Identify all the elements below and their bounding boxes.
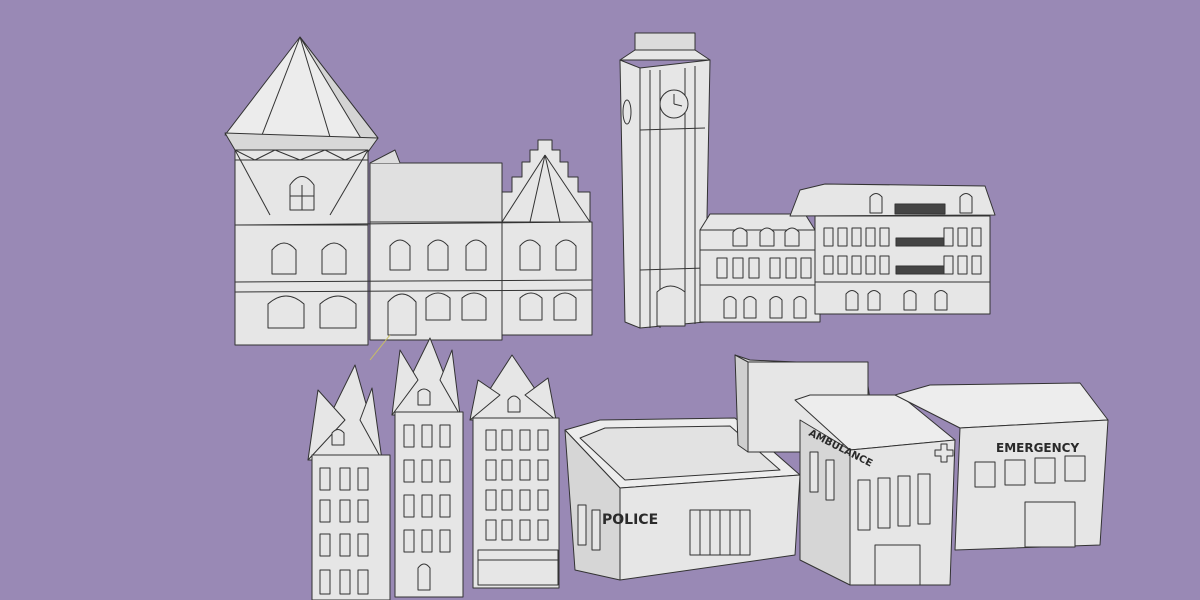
3d-viewport[interactable]: POLICE AMBULANCE EMERGENCY bbox=[0, 0, 1200, 600]
model-scene: POLICE AMBULANCE EMERGENCY bbox=[224, 32, 1109, 600]
gabled-house-2[interactable] bbox=[391, 337, 464, 598]
townhouse-row-model[interactable] bbox=[699, 183, 996, 323]
police-sign: POLICE bbox=[602, 512, 658, 528]
tower-door bbox=[656, 285, 686, 327]
gabled-house-3[interactable] bbox=[469, 354, 560, 589]
clock-tower-model[interactable] bbox=[619, 32, 711, 329]
town-hall-model[interactable] bbox=[224, 36, 593, 361]
gabled-house-1[interactable] bbox=[307, 364, 391, 600]
emergency-sign: EMERGENCY bbox=[996, 441, 1079, 455]
dormer-windows bbox=[732, 227, 800, 247]
town-hall-door bbox=[387, 293, 417, 336]
